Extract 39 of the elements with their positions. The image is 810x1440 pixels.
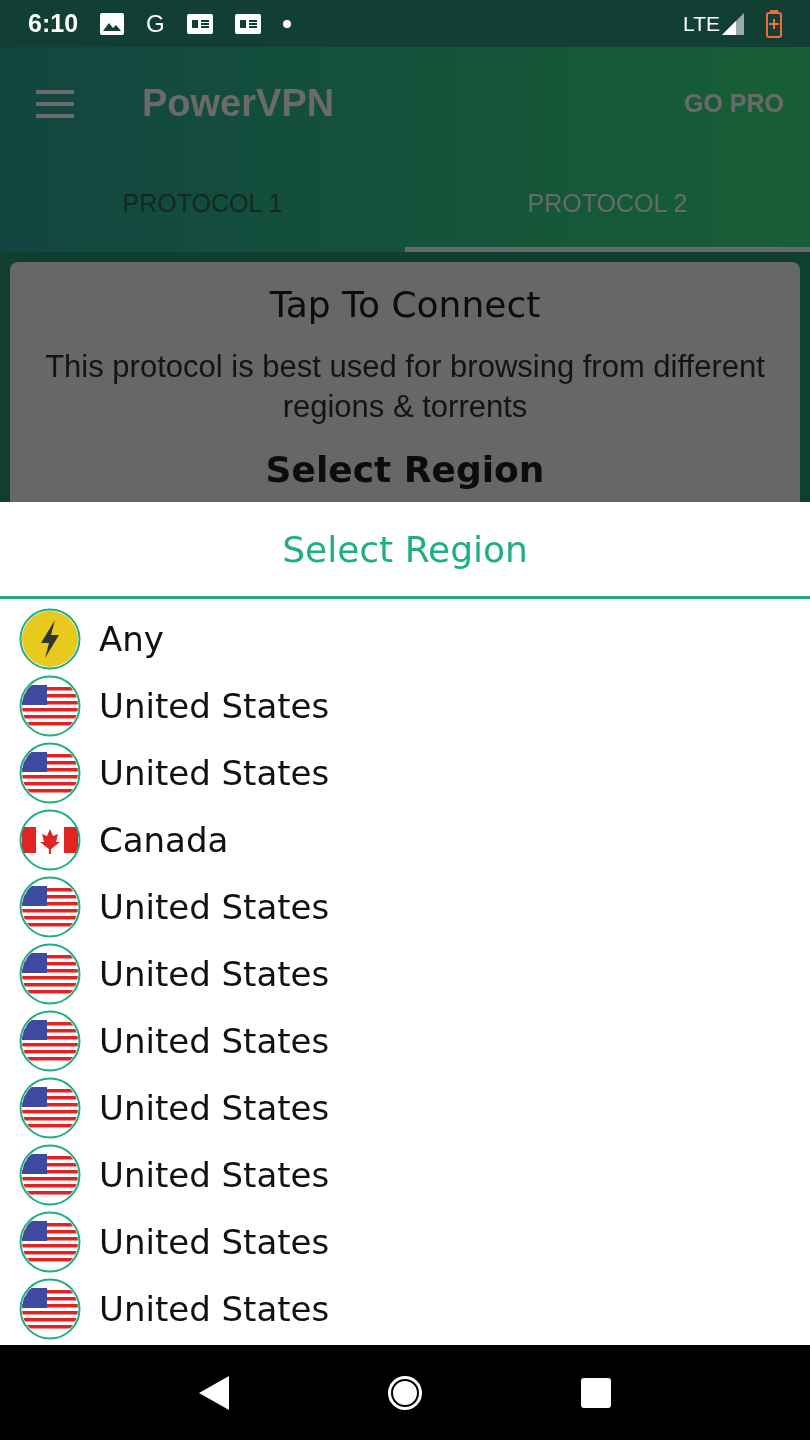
flag-icon — [19, 875, 81, 938]
signal-icon — [722, 12, 744, 35]
back-icon[interactable] — [199, 1375, 229, 1410]
card-description: This protocol is best used for browsing from different regions & torrents — [45, 348, 765, 426]
image-icon — [100, 12, 125, 35]
network-type: LTE — [683, 11, 720, 36]
recents-icon[interactable] — [581, 1377, 611, 1408]
region-name[interactable]: United States — [99, 752, 330, 793]
region-name[interactable]: United States — [99, 1087, 330, 1128]
lightning-bolt-icon — [19, 607, 81, 670]
section-heading: Select Region — [265, 449, 545, 490]
region-name[interactable]: United States — [99, 1020, 330, 1061]
news-icon — [186, 13, 213, 34]
region-name[interactable]: United States — [99, 953, 330, 994]
battery-icon — [766, 9, 782, 38]
region-name[interactable]: United States — [99, 1288, 330, 1329]
app-title: PowerVPN — [142, 82, 336, 125]
flag-icon — [19, 1076, 81, 1139]
flag-icon — [19, 1009, 81, 1072]
region-name[interactable]: United States — [99, 1221, 330, 1262]
region-name[interactable]: United States — [99, 886, 330, 927]
region-name[interactable]: United States — [99, 1154, 330, 1195]
flag-icon — [19, 741, 81, 804]
flag-icon — [19, 808, 81, 871]
news-icon — [234, 13, 261, 34]
region-name[interactable]: Canada — [99, 819, 229, 860]
region-name[interactable]: United States — [99, 685, 330, 726]
flag-icon — [19, 942, 81, 1005]
flag-icon — [19, 1143, 81, 1206]
notification-letter: G — [146, 9, 165, 38]
sheet-title: Select Region — [0, 502, 810, 599]
flag-icon — [19, 1277, 81, 1340]
flag-icon — [19, 674, 81, 737]
card-title: Tap To Connect — [269, 284, 541, 325]
flag-icon — [19, 1210, 81, 1273]
clock-time: 6:10 — [28, 9, 79, 38]
dot-icon — [282, 19, 291, 28]
region-name[interactable]: Any — [99, 618, 164, 659]
home-icon[interactable] — [387, 1374, 423, 1411]
